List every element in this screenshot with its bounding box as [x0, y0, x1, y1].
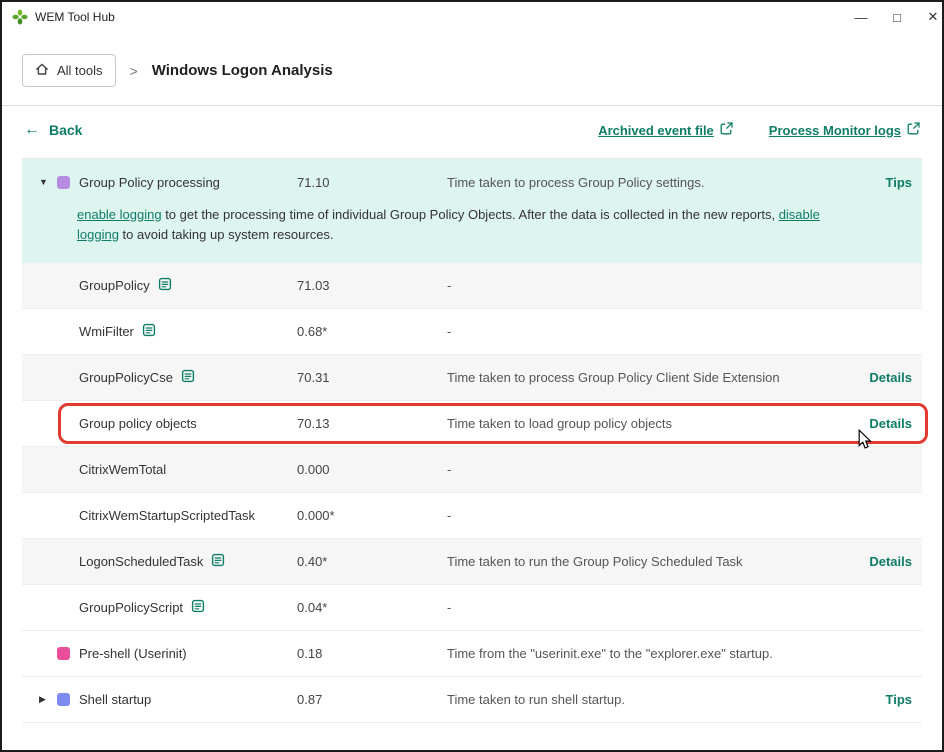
- main-content: ← Back Archived event file Process Mon: [2, 106, 942, 158]
- row-description: Time taken to run the Group Policy Sched…: [447, 554, 850, 569]
- row-name: Pre-shell (Userinit): [79, 646, 187, 661]
- row-name: LogonScheduledTask: [79, 554, 203, 569]
- row-value: 0.000: [297, 462, 447, 477]
- color-swatch: [57, 693, 70, 706]
- tips-link[interactable]: Tips: [886, 692, 913, 707]
- table-row-group-policy-processing[interactable]: ▼ Group Policy processing 71.10 Time tak…: [22, 159, 922, 205]
- back-arrow-icon: ←: [24, 122, 40, 138]
- breadcrumb: All tools > Windows Logon Analysis: [2, 32, 942, 105]
- collapse-expander-icon[interactable]: ▼: [39, 177, 57, 187]
- window-controls: — □ ✕: [843, 2, 944, 32]
- row-name: Group policy objects: [79, 416, 197, 431]
- row-description: Time taken to process Group Policy Clien…: [447, 370, 850, 385]
- table-row-shell-startup[interactable]: ▶ Shell startup 0.87 Time taken to run s…: [22, 677, 922, 723]
- archived-event-file-link[interactable]: Archived event file: [598, 122, 733, 138]
- table-row-logonscheduledtask: LogonScheduledTask 0.40* Time taken to r…: [22, 539, 922, 585]
- report-document-icon[interactable]: [142, 323, 156, 340]
- row-value: 0.000*: [297, 508, 447, 523]
- all-tools-button[interactable]: All tools: [22, 54, 116, 87]
- home-icon: [35, 62, 49, 79]
- close-button[interactable]: ✕: [915, 2, 944, 32]
- all-tools-label: All tools: [57, 63, 103, 78]
- row-value: 0.18: [297, 646, 447, 661]
- row-description: -: [447, 324, 850, 339]
- table-row-pre-shell-userinit: Pre-shell (Userinit) 0.18 Time from the …: [22, 631, 922, 677]
- logging-note: enable logging to get the processing tim…: [22, 205, 922, 263]
- row-value: 70.13: [297, 416, 447, 431]
- row-description: -: [447, 508, 850, 523]
- breadcrumb-separator: >: [130, 63, 138, 79]
- row-value: 0.87: [297, 692, 447, 707]
- details-link[interactable]: Details: [869, 554, 912, 569]
- back-label: Back: [49, 122, 82, 138]
- note-text: to avoid taking up system resources.: [119, 227, 334, 242]
- window-title: WEM Tool Hub: [35, 10, 843, 24]
- row-name: WmiFilter: [79, 324, 134, 339]
- row-name: GroupPolicyCse: [79, 370, 173, 385]
- report-document-icon[interactable]: [211, 553, 225, 570]
- external-link-icon: [720, 122, 733, 138]
- archived-event-file-label: Archived event file: [598, 123, 714, 138]
- row-description: Time taken to load group policy objects: [447, 416, 850, 431]
- enable-logging-link[interactable]: enable logging: [77, 207, 162, 222]
- process-monitor-logs-link[interactable]: Process Monitor logs: [769, 122, 920, 138]
- actions-row: ← Back Archived event file Process Mon: [22, 106, 922, 158]
- color-swatch: [57, 647, 70, 660]
- table-row-grouppolicyscript: GroupPolicyScript 0.04* -: [22, 585, 922, 631]
- minimize-button[interactable]: —: [843, 2, 879, 32]
- row-name: CitrixWemTotal: [79, 462, 166, 477]
- row-name: GroupPolicyScript: [79, 600, 183, 615]
- tips-link[interactable]: Tips: [886, 175, 913, 190]
- report-document-icon[interactable]: [191, 599, 205, 616]
- row-description: Time taken to process Group Policy setti…: [447, 175, 850, 190]
- details-link[interactable]: Details: [869, 370, 912, 385]
- maximize-button[interactable]: □: [879, 2, 915, 32]
- expand-expander-icon[interactable]: ▶: [39, 694, 57, 705]
- row-description: -: [447, 600, 850, 615]
- row-value: 0.40*: [297, 554, 447, 569]
- table-row-wmifilter: WmiFilter 0.68* -: [22, 309, 922, 355]
- wem-logo-icon: [12, 9, 28, 25]
- logon-phases-table: ▼ Group Policy processing 71.10 Time tak…: [22, 158, 922, 723]
- row-value: 70.31: [297, 370, 447, 385]
- row-name: Shell startup: [79, 692, 151, 707]
- external-link-icon: [907, 122, 920, 138]
- report-document-icon[interactable]: [158, 277, 172, 294]
- row-value: 71.10: [297, 175, 447, 190]
- title-bar: WEM Tool Hub — □ ✕: [2, 2, 942, 32]
- row-description: Time from the "userinit.exe" to the "exp…: [447, 646, 850, 661]
- table-row-grouppolicy: GroupPolicy 71.03 -: [22, 263, 922, 309]
- back-button[interactable]: ← Back: [24, 122, 82, 138]
- row-name: GroupPolicy: [79, 278, 150, 293]
- row-name: CitrixWemStartupScriptedTask: [79, 508, 255, 523]
- page-title: Windows Logon Analysis: [152, 62, 333, 79]
- row-value: 0.68*: [297, 324, 447, 339]
- color-swatch: [57, 176, 70, 189]
- note-text: to get the processing time of individual…: [162, 207, 779, 222]
- table-row-citrixwemtotal: CitrixWemTotal 0.000 -: [22, 447, 922, 493]
- table-row-grouppolicycse: GroupPolicyCse 70.31 Time taken to proce…: [22, 355, 922, 401]
- external-links: Archived event file Process Monitor logs: [598, 122, 920, 138]
- row-name: Group Policy processing: [79, 175, 220, 190]
- report-document-icon[interactable]: [181, 369, 195, 386]
- row-description: Time taken to run shell startup.: [447, 692, 850, 707]
- row-description: -: [447, 278, 850, 293]
- details-link[interactable]: Details: [869, 416, 912, 431]
- table-row-citrixwemstartupscriptedtask: CitrixWemStartupScriptedTask 0.000* -: [22, 493, 922, 539]
- row-value: 71.03: [297, 278, 447, 293]
- row-description: -: [447, 462, 850, 477]
- app-window: WEM Tool Hub — □ ✕ All tools > Windows L…: [0, 0, 944, 752]
- table-row-group-policy-objects: Group policy objects 70.13 Time taken to…: [22, 401, 922, 447]
- process-monitor-logs-label: Process Monitor logs: [769, 123, 901, 138]
- row-value: 0.04*: [297, 600, 447, 615]
